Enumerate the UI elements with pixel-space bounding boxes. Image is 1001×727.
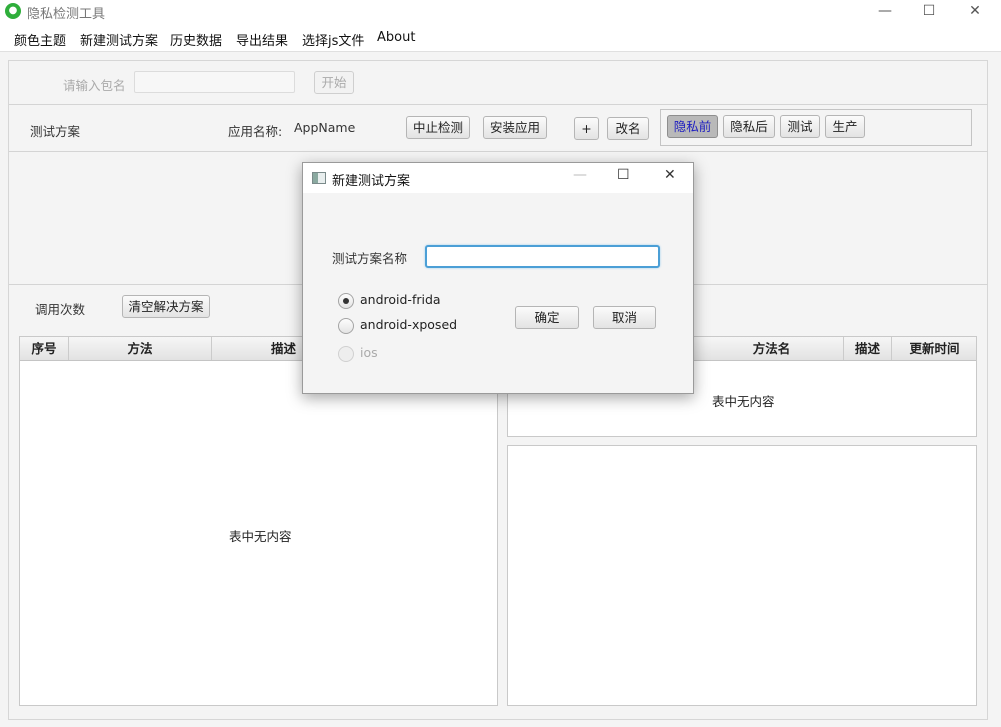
radio-button[interactable] bbox=[338, 318, 354, 334]
app-name-value: AppName bbox=[294, 120, 356, 135]
column-header-description[interactable]: 描述 bbox=[844, 337, 892, 360]
maximize-button[interactable]: ☐ bbox=[906, 0, 952, 24]
detail-panel[interactable] bbox=[507, 445, 977, 706]
window-title: 隐私检测工具 bbox=[27, 7, 106, 22]
radio-button[interactable] bbox=[338, 293, 354, 309]
clear-solutions-button[interactable]: 清空解决方案 bbox=[122, 295, 210, 318]
column-header-index[interactable]: 序号 bbox=[20, 337, 69, 360]
new-scheme-dialog: 新建测试方案 — ☐ ✕ 测试方案名称 android-frida androi… bbox=[302, 162, 694, 394]
empty-table-text: 表中无内容 bbox=[712, 394, 775, 409]
app-person-icon: ● bbox=[5, 3, 21, 19]
close-button[interactable]: ✕ bbox=[952, 0, 998, 24]
package-input[interactable] bbox=[134, 71, 295, 93]
menu-select-js[interactable]: 选择js文件 bbox=[302, 30, 364, 49]
dialog-minimize-button[interactable]: — bbox=[573, 167, 587, 183]
phase-tab-after[interactable]: 隐私后 bbox=[723, 115, 775, 138]
menu-about[interactable]: About bbox=[377, 30, 415, 45]
menu-bar: 颜色主题 新建测试方案 历史数据 导出结果 选择js文件 About bbox=[0, 24, 1001, 52]
scheme-name-label: 测试方案名称 bbox=[332, 251, 408, 266]
window-icon bbox=[312, 172, 326, 184]
dialog-close-button[interactable]: ✕ bbox=[664, 167, 676, 183]
dialog-title: 新建测试方案 bbox=[332, 174, 411, 189]
title-bar: ● 隐私检测工具 — ☐ ✕ bbox=[0, 0, 1001, 24]
minimize-button[interactable]: — bbox=[862, 0, 908, 24]
dialog-title-bar: 新建测试方案 — ☐ ✕ bbox=[303, 163, 693, 193]
menu-new-scheme[interactable]: 新建测试方案 bbox=[80, 30, 158, 49]
app-name-label: 应用名称: bbox=[228, 124, 283, 139]
start-button[interactable]: 开始 bbox=[314, 71, 354, 94]
radio-label: android-frida bbox=[360, 292, 441, 307]
rename-button[interactable]: 改名 bbox=[607, 117, 649, 140]
empty-table-text: 表中无内容 bbox=[229, 529, 292, 544]
phase-tab-production[interactable]: 生产 bbox=[825, 115, 865, 138]
divider bbox=[9, 104, 988, 105]
column-header-update-time[interactable]: 更新时间 bbox=[892, 337, 977, 360]
menu-color-theme[interactable]: 颜色主题 bbox=[14, 30, 66, 49]
radio-button bbox=[338, 346, 354, 362]
phase-tab-test[interactable]: 测试 bbox=[780, 115, 820, 138]
divider bbox=[9, 151, 988, 152]
radio-label: ios bbox=[360, 345, 378, 360]
scheme-label: 测试方案 bbox=[30, 124, 81, 139]
ok-button[interactable]: 确定 bbox=[515, 306, 579, 329]
radio-label: android-xposed bbox=[360, 317, 458, 332]
menu-history[interactable]: 历史数据 bbox=[170, 30, 222, 49]
install-app-button[interactable]: 安装应用 bbox=[483, 116, 547, 139]
phase-tab-before[interactable]: 隐私前 bbox=[667, 115, 718, 138]
add-button[interactable]: + bbox=[574, 117, 599, 140]
call-count-label: 调用次数 bbox=[35, 302, 86, 317]
cancel-button[interactable]: 取消 bbox=[593, 306, 656, 329]
stop-detection-button[interactable]: 中止检测 bbox=[406, 116, 470, 139]
column-header-method-name[interactable]: 方法名 bbox=[700, 337, 844, 360]
package-label: 请输入包名 bbox=[63, 78, 126, 93]
dialog-maximize-button[interactable]: ☐ bbox=[617, 167, 630, 183]
column-header-method[interactable]: 方法 bbox=[69, 337, 212, 360]
menu-export[interactable]: 导出结果 bbox=[236, 30, 288, 49]
scheme-name-input[interactable] bbox=[425, 245, 660, 268]
